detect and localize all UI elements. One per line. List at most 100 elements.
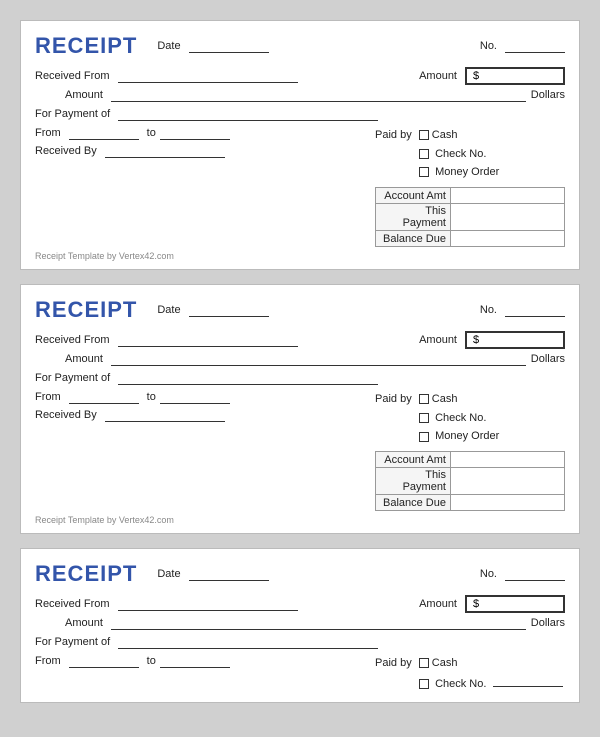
for-payment-field-3[interactable] — [118, 635, 378, 649]
receipt-title-1: RECEIPT — [35, 33, 137, 59]
paid-by-block-2: Paid by Cash Check No. Money Order — [375, 390, 565, 446]
amount-label-2: Amount — [419, 334, 457, 346]
main-content-3: From to Paid by Cash Check No. — [35, 654, 565, 693]
check-checkbox-3[interactable] — [419, 679, 429, 689]
receipt-header-1: RECEIPT Date No. — [35, 33, 565, 59]
no-field-3[interactable] — [505, 567, 565, 581]
received-from-label-3: Received From — [35, 598, 110, 610]
received-by-row-1: Received By — [35, 144, 367, 158]
this-payment-row-2: This Payment — [376, 468, 565, 495]
balance-due-value-2[interactable] — [451, 495, 565, 511]
for-payment-row-3: For Payment of — [35, 635, 565, 649]
account-amt-label-2: Account Amt — [376, 452, 451, 468]
receipt-header-fields-3: Date No. — [157, 567, 565, 581]
amount-label-1: Amount — [419, 70, 457, 82]
check-checkbox-1[interactable] — [419, 149, 429, 159]
date-field-1[interactable] — [189, 39, 269, 53]
dollar-sign-3: $ — [473, 598, 479, 610]
account-amt-value-2[interactable] — [451, 452, 565, 468]
amount-box-3[interactable]: $ — [465, 595, 565, 613]
balance-due-value-1[interactable] — [451, 231, 565, 247]
dollars-label-2: Dollars — [531, 353, 565, 365]
check-checkbox-2[interactable] — [419, 413, 429, 423]
for-payment-field-1[interactable] — [118, 107, 378, 121]
right-section-1: Paid by Cash Check No. Money Order Accou… — [375, 126, 565, 247]
received-by-field-1[interactable] — [105, 144, 225, 158]
to-label-2: to — [147, 391, 156, 403]
dollars-field-3[interactable] — [111, 616, 526, 630]
no-field-1[interactable] — [505, 39, 565, 53]
money-order-checkbox-2[interactable] — [419, 432, 429, 442]
dollar-sign-1: $ — [473, 70, 479, 82]
dollars-label-1: Dollars — [531, 89, 565, 101]
for-payment-field-2[interactable] — [118, 371, 378, 385]
received-by-label-1: Received By — [35, 145, 97, 157]
date-block-1: Date — [157, 39, 268, 53]
for-payment-row-2: For Payment of — [35, 371, 565, 385]
receipt-header-fields-1: Date No. — [157, 39, 565, 53]
money-order-checkbox-1[interactable] — [419, 167, 429, 177]
to-field-1[interactable] — [160, 126, 230, 140]
from-label-2: From — [35, 391, 61, 403]
paid-by-label-3: Paid by — [375, 657, 412, 669]
dollars-field-1[interactable] — [111, 88, 526, 102]
amount-label-3: Amount — [419, 598, 457, 610]
to-field-2[interactable] — [160, 390, 230, 404]
dollars-row-2: Amount Dollars — [35, 352, 565, 366]
amount-box-2[interactable]: $ — [465, 331, 565, 349]
received-by-field-2[interactable] — [105, 408, 225, 422]
no-field-2[interactable] — [505, 303, 565, 317]
received-by-row-2: Received By — [35, 408, 367, 422]
date-block-2: Date — [157, 303, 268, 317]
dollars-field-2[interactable] — [111, 352, 526, 366]
receipt-card-2: RECEIPT Date No. Received From Amount $ … — [20, 284, 580, 534]
cash-checkbox-1[interactable] — [419, 130, 429, 140]
cash-checkbox-2[interactable] — [419, 394, 429, 404]
money-order-row-2: Money Order — [375, 427, 565, 446]
right-section-3: Paid by Cash Check No. — [375, 654, 565, 693]
date-label-3: Date — [157, 568, 180, 580]
account-amt-value-1[interactable] — [451, 188, 565, 204]
from-field-2[interactable] — [69, 390, 139, 404]
cash-label-1: Cash — [432, 129, 458, 141]
right-section-2: Paid by Cash Check No. Money Order Accou… — [375, 390, 565, 511]
received-from-field-2[interactable] — [118, 333, 298, 347]
date-label-2: Date — [157, 304, 180, 316]
receipt-title-3: RECEIPT — [35, 561, 137, 587]
received-from-row-3: Received From Amount $ — [35, 595, 565, 613]
account-table-1: Account Amt This Payment Balance Due — [375, 187, 565, 247]
receipt-card-3: RECEIPT Date No. Received From Amount $ … — [20, 548, 580, 702]
to-field-3[interactable] — [160, 654, 230, 668]
this-payment-value-2[interactable] — [451, 468, 565, 495]
no-block-2: No. — [480, 303, 565, 317]
balance-due-row-1: Balance Due — [376, 231, 565, 247]
check-row-3: Check No. — [375, 673, 565, 694]
check-label-3: Check No. — [435, 678, 486, 690]
this-payment-value-1[interactable] — [451, 204, 565, 231]
account-amt-row-1: Account Amt — [376, 188, 565, 204]
this-payment-label-2: This Payment — [376, 468, 451, 495]
amount-box-1[interactable]: $ — [465, 67, 565, 85]
dollars-row-3: Amount Dollars — [35, 616, 565, 630]
received-from-field-1[interactable] — [118, 69, 298, 83]
balance-due-label-1: Balance Due — [376, 231, 451, 247]
received-from-label-2: Received From — [35, 334, 110, 346]
from-to-row-2: From to — [35, 390, 367, 404]
receipt-card-1: RECEIPT Date No. Received From Amount $ … — [20, 20, 580, 270]
for-payment-label-1: For Payment of — [35, 108, 110, 120]
received-from-field-3[interactable] — [118, 597, 298, 611]
from-field-1[interactable] — [69, 126, 139, 140]
from-field-3[interactable] — [69, 654, 139, 668]
date-field-2[interactable] — [189, 303, 269, 317]
money-order-label-2: Money Order — [435, 430, 499, 442]
this-payment-label-1: This Payment — [376, 204, 451, 231]
check-row-2: Check No. — [375, 409, 565, 428]
check-no-field-3[interactable] — [493, 673, 563, 687]
paid-by-row-2: Paid by Cash — [375, 390, 565, 409]
from-to-row-3: From to — [35, 654, 367, 668]
left-section-2: From to Received By — [35, 390, 367, 511]
receipt-header-2: RECEIPT Date No. — [35, 297, 565, 323]
date-field-3[interactable] — [189, 567, 269, 581]
footer-1: Receipt Template by Vertex42.com — [35, 251, 565, 261]
cash-checkbox-3[interactable] — [419, 658, 429, 668]
